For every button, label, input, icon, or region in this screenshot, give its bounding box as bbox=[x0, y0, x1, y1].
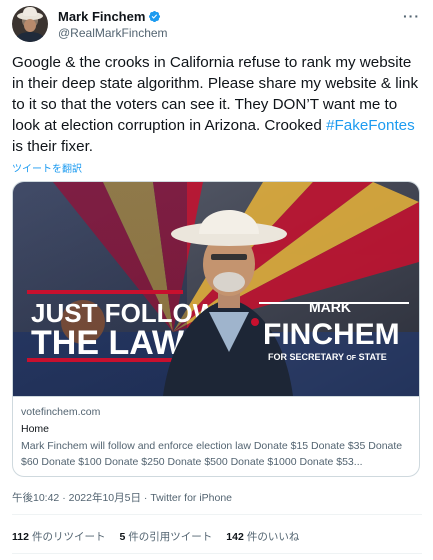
banner-right-line1: MARK bbox=[309, 299, 351, 315]
divider bbox=[12, 553, 422, 554]
banner-right-line2: FINCHEM bbox=[263, 318, 400, 351]
tweet-header: Mark Finchem @RealMarkFinchem ··· bbox=[12, 6, 422, 42]
display-name[interactable]: Mark Finchem bbox=[58, 9, 145, 24]
banner-right-line3: FOR SECRETARY OF STATE bbox=[268, 352, 387, 362]
tweet-text-part2: is their fixer. bbox=[12, 138, 94, 155]
author-handle[interactable]: @RealMarkFinchem bbox=[58, 26, 168, 40]
campaign-banner: JUST FOLLOW THE LAW MARK FINCHEM FOR SEC… bbox=[13, 182, 419, 396]
avatar[interactable] bbox=[12, 6, 48, 42]
card-title: Home bbox=[21, 423, 50, 435]
author-name-row[interactable]: Mark Finchem bbox=[58, 8, 161, 24]
more-options-icon[interactable]: ··· bbox=[403, 8, 420, 24]
like-count-link[interactable]: 142 件のいいね bbox=[226, 529, 299, 544]
hashtag-link[interactable]: #FakeFontes bbox=[326, 117, 415, 134]
tweet-timestamp[interactable]: 午後10:42 · 2022年10月5日 · Twitter for iPhon… bbox=[12, 490, 232, 505]
divider bbox=[12, 514, 422, 515]
translate-tweet-link[interactable]: ツイートを翻訳 bbox=[12, 160, 82, 175]
tweet-text: Google & the crooks in California refuse… bbox=[12, 52, 422, 157]
card-meta[interactable]: votefinchem.com Home Mark Finchem will f… bbox=[13, 396, 419, 476]
banner-left-line2: THE LAW bbox=[31, 324, 185, 362]
retweet-count-link[interactable]: 112 件のリツイート bbox=[12, 529, 105, 544]
link-card[interactable]: JUST FOLLOW THE LAW MARK FINCHEM FOR SEC… bbox=[12, 181, 420, 477]
card-description: Mark Finchem will follow and enforce ele… bbox=[21, 440, 403, 468]
card-domain: votefinchem.com bbox=[21, 406, 101, 418]
quote-tweet-count-link[interactable]: 5 件の引用ツイート bbox=[119, 529, 212, 544]
verified-badge-icon bbox=[149, 10, 161, 22]
card-image[interactable]: JUST FOLLOW THE LAW MARK FINCHEM FOR SEC… bbox=[13, 182, 419, 396]
tweet-stats: 112 件のリツイート 5 件の引用ツイート 142 件のいいね bbox=[12, 528, 299, 544]
